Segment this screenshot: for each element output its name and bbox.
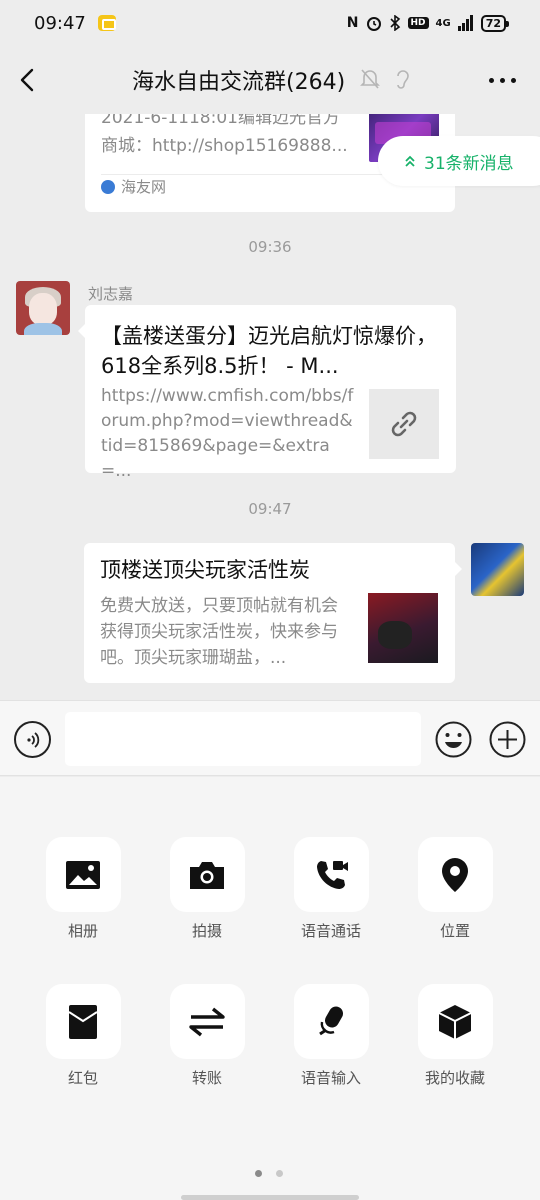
- message-card-article[interactable]: 顶楼送顶尖玩家活性炭 免费大放送，只要顶帖就有机会获得顶尖玩家活性炭，快来参与吧…: [84, 543, 462, 683]
- voice-toggle-button[interactable]: [14, 721, 51, 758]
- more-options-button[interactable]: [489, 70, 516, 90]
- chat-header: 海水自由交流群(264): [0, 46, 540, 114]
- card-title: 【盖楼送蛋分】迈光启航灯惊爆价，618全系列8.5折！ - M...: [101, 324, 437, 378]
- tool-label: 拍摄: [191, 922, 222, 940]
- status-bar: 09:47 N HD 4G 72: [0, 0, 540, 46]
- more-tools-button[interactable]: [489, 721, 526, 758]
- ear-icon: [397, 70, 409, 89]
- page-indicator: [255, 1170, 283, 1177]
- chat-area[interactable]: 2021-6-1118:01编辑迈光官方商城：http://shop151698…: [0, 114, 540, 700]
- tools-panel: 相册 拍摄 语音通话 位置 红包 转账 语音输入 我的收藏: [0, 777, 540, 1200]
- alarm-icon: [366, 17, 381, 31]
- avatar[interactable]: [16, 281, 70, 335]
- source-label: 海友网: [121, 178, 167, 196]
- input-bar: [0, 700, 540, 776]
- tool-camera[interactable]: 拍摄: [152, 837, 262, 941]
- favorites-icon: [438, 1004, 472, 1039]
- card-thumbnail: [368, 593, 438, 663]
- tool-label: 语音输入: [300, 1069, 361, 1087]
- home-indicator[interactable]: [181, 1195, 359, 1200]
- camera-icon: [190, 861, 224, 889]
- microphone-icon: [319, 1006, 343, 1035]
- tool-label: 我的收藏: [424, 1069, 485, 1087]
- emoji-button[interactable]: [435, 721, 472, 758]
- message-card-link[interactable]: 【盖楼送蛋分】迈光启航灯惊爆价，618全系列8.5折！ - M... https…: [78, 305, 456, 481]
- voice-call-icon: [317, 860, 348, 889]
- link-icon: [369, 389, 439, 459]
- transfer-icon: [189, 1007, 225, 1036]
- tool-transfer[interactable]: 转账: [152, 984, 262, 1088]
- battery-indicator: 72: [480, 14, 510, 32]
- hd-badge: HD: [407, 17, 429, 29]
- tool-label: 红包: [67, 1069, 98, 1087]
- image-icon: [66, 860, 100, 889]
- card-source: 海友网: [101, 176, 166, 197]
- mute-bell-icon: [360, 69, 380, 89]
- status-time: 09:47: [34, 12, 86, 34]
- tool-album[interactable]: 相册: [28, 837, 138, 941]
- tool-favorites[interactable]: 我的收藏: [400, 984, 510, 1088]
- card-description: 免费大放送，只要顶帖就有机会获得顶尖玩家活性炭，快来参与吧。顶尖玩家珊瑚盐，..…: [100, 596, 338, 668]
- status-icons: N HD 4G 72: [346, 14, 510, 32]
- double-chevron-up-icon: [405, 155, 415, 167]
- network-label: 4G: [435, 17, 451, 29]
- tool-red-packet[interactable]: 红包: [28, 984, 138, 1088]
- bluetooth-icon: [389, 15, 400, 31]
- tool-location[interactable]: 位置: [400, 837, 510, 941]
- message-input[interactable]: [65, 712, 421, 766]
- nfc-icon: N: [346, 15, 359, 31]
- tool-voice-call[interactable]: 语音通话: [276, 837, 386, 941]
- source-logo-icon: [101, 179, 115, 194]
- notification-icon: [97, 15, 116, 31]
- back-button[interactable]: [16, 66, 40, 94]
- avatar[interactable]: [471, 543, 524, 596]
- voice-icon: [26, 731, 39, 748]
- new-messages-button[interactable]: 31条新消息: [378, 136, 540, 186]
- tool-label: 位置: [439, 922, 470, 940]
- page-dot-active: [255, 1170, 262, 1177]
- card-description: https://www.cmfish.com/bbs/forum.php?mod…: [101, 386, 354, 481]
- red-packet-icon: [68, 1004, 98, 1039]
- sender-name: 刘志嘉: [88, 285, 134, 303]
- timestamp: 09:47: [248, 500, 292, 518]
- page-title: 海水自由交流群(264): [132, 70, 346, 95]
- signal-icon: [457, 15, 473, 31]
- tool-label: 相册: [67, 922, 98, 940]
- tool-voice-input[interactable]: 语音输入: [276, 984, 386, 1088]
- tool-label: 语音通话: [300, 922, 361, 940]
- location-icon: [442, 857, 468, 892]
- timestamp: 09:36: [248, 238, 292, 256]
- card-description: 2021-6-1118:01编辑迈光官方商城：http://shop151698…: [101, 114, 348, 156]
- card-title: 顶楼送顶尖玩家活性炭: [100, 558, 310, 582]
- page-dot: [276, 1170, 283, 1177]
- new-messages-label: 31条新消息: [424, 153, 514, 174]
- tool-label: 转账: [191, 1069, 222, 1087]
